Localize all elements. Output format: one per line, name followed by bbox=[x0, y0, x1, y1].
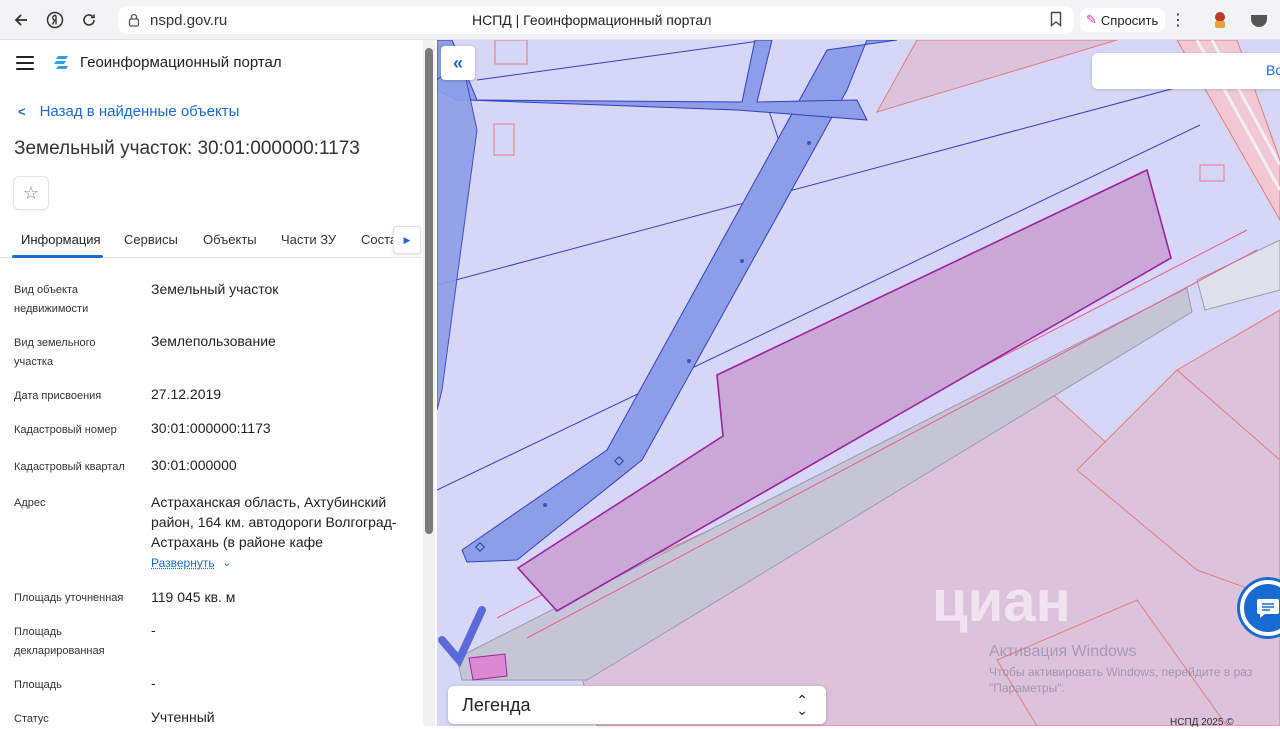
tab-objects[interactable]: Объекты bbox=[203, 232, 257, 247]
star-icon: ☆ bbox=[23, 183, 39, 204]
field-value: 30:01:000000:1173 bbox=[151, 418, 416, 438]
map-vertex bbox=[740, 259, 744, 263]
map-building bbox=[494, 124, 514, 155]
field-label: Статус bbox=[14, 710, 132, 729]
favorite-button[interactable]: ☆ bbox=[13, 176, 49, 210]
address-bar[interactable]: nspd.gov.ru НСПД | Геоинформационный пор… bbox=[118, 6, 1074, 34]
chat-icon bbox=[1255, 596, 1280, 620]
tab-info[interactable]: Информация bbox=[21, 232, 101, 247]
field-label: Площадь декларированная bbox=[14, 623, 132, 661]
map-canvas[interactable] bbox=[437, 40, 1280, 726]
copyright-text: НСПД 2025 © bbox=[1170, 717, 1234, 728]
profile-icon[interactable] bbox=[1250, 12, 1268, 28]
sparkle-icon: ✎ bbox=[1086, 12, 1097, 28]
field-value: 27.12.2019 bbox=[151, 384, 416, 404]
sort-arrows-icon: ⌃ ⌄ bbox=[796, 695, 808, 715]
field-value: - bbox=[151, 673, 416, 693]
portal-title: Геоинформационный портал bbox=[80, 54, 282, 71]
tabs-scroll-right-button[interactable]: ▶ bbox=[393, 226, 421, 254]
map-parcel bbox=[877, 40, 1117, 112]
field-label: Площадь bbox=[14, 676, 132, 695]
field-value: Землепользование bbox=[151, 331, 416, 351]
tab-bar: Информация Сервисы Объекты Части ЗУ Сост… bbox=[0, 222, 423, 258]
lock-icon bbox=[128, 13, 140, 27]
tab-composition[interactable]: Соста bbox=[361, 232, 397, 247]
field-label: Дата присвоения bbox=[14, 387, 132, 406]
map-building bbox=[1200, 165, 1224, 181]
page-title-text: НСПД | Геоинформационный портал bbox=[472, 12, 711, 28]
map-road-band bbox=[437, 40, 867, 120]
yandex-icon[interactable] bbox=[38, 3, 72, 37]
menu-dots-icon[interactable]: ⋮ bbox=[1170, 10, 1186, 30]
chevron-left-icon: < bbox=[18, 104, 26, 119]
field-label: Площадь уточненная bbox=[14, 589, 132, 608]
ask-label: Спросить bbox=[1101, 13, 1158, 28]
map-vertex bbox=[543, 503, 547, 507]
reload-icon[interactable] bbox=[72, 3, 106, 37]
address-value: Астраханская область, Ахтубинский район,… bbox=[151, 492, 416, 552]
field-label: Вид земельного участка bbox=[14, 334, 132, 372]
windows-activation-title: Активация Windows bbox=[989, 643, 1136, 661]
back-icon[interactable] bbox=[4, 3, 38, 37]
field-label: Кадастровый номер bbox=[14, 421, 132, 440]
expand-label: Развернуть bbox=[151, 556, 215, 570]
scrollbar-thumb[interactable] bbox=[425, 48, 433, 534]
cian-watermark: циан bbox=[932, 568, 1071, 635]
map-road-band bbox=[437, 60, 477, 410]
bookmark-icon[interactable] bbox=[1050, 11, 1062, 32]
extension-icon[interactable] bbox=[1210, 10, 1230, 30]
field-value: 30:01:000000 bbox=[151, 455, 416, 475]
cadastral-map[interactable] bbox=[437, 40, 1280, 726]
triangle-right-icon: ▶ bbox=[404, 235, 411, 246]
map-vertex bbox=[687, 359, 691, 363]
windows-activation-subtitle: Чтобы активировать Windows, перейдите в … bbox=[989, 664, 1280, 696]
ask-button[interactable]: ✎ Спросить bbox=[1080, 8, 1165, 32]
field-value: Учтенный bbox=[151, 707, 416, 727]
object-title: Земельный участок: 30:01:000000:1173 bbox=[14, 138, 360, 160]
map-building bbox=[495, 40, 527, 64]
map-search-field[interactable]: Во bbox=[1092, 53, 1280, 89]
field-label: Адрес bbox=[14, 494, 132, 513]
portal-logo-icon bbox=[52, 54, 72, 72]
map-boundary bbox=[477, 40, 767, 80]
legend-label: Легенда bbox=[462, 695, 530, 715]
double-chevron-left-icon: « bbox=[453, 53, 463, 74]
map-parcel-small bbox=[469, 654, 507, 680]
active-tab-indicator bbox=[12, 255, 103, 258]
field-value: 119 045 кв. м bbox=[151, 587, 416, 607]
chevron-down-icon: ⌄ bbox=[223, 558, 231, 569]
tab-services[interactable]: Сервисы bbox=[124, 232, 178, 247]
map-vertex bbox=[807, 141, 811, 145]
field-label: Вид объекта недвижимости bbox=[14, 281, 132, 319]
url-text[interactable]: nspd.gov.ru bbox=[150, 12, 227, 29]
field-label: Кадастровый квартал bbox=[14, 458, 132, 477]
expand-address-link[interactable]: Развернуть ⌄ bbox=[151, 556, 231, 570]
collapse-panel-button[interactable]: « bbox=[441, 46, 475, 80]
back-to-results-link[interactable]: < Назад в найденные объекты bbox=[18, 103, 239, 120]
field-value: - bbox=[151, 620, 416, 640]
field-value: Земельный участок bbox=[151, 279, 416, 299]
hamburger-menu-icon[interactable] bbox=[16, 56, 34, 70]
legend-toggle[interactable]: Легенда ⌃ ⌄ bbox=[448, 686, 826, 724]
tab-parts[interactable]: Части ЗУ bbox=[281, 232, 336, 247]
back-link-label: Назад в найденные объекты bbox=[40, 103, 240, 120]
